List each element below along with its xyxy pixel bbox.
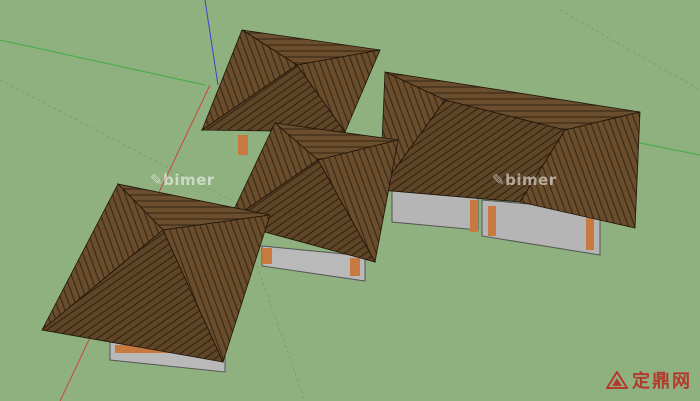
- timber-post: [350, 258, 360, 276]
- brand-logo-icon: [606, 371, 628, 389]
- timber-post: [470, 200, 478, 232]
- sketchup-viewport[interactable]: ✎bimer ✎bimer 定鼎网: [0, 0, 700, 401]
- model-scene[interactable]: [0, 0, 700, 401]
- timber-post: [262, 248, 272, 264]
- bimer-logo-icon: ✎: [150, 171, 164, 189]
- brand-text: 定鼎网: [632, 371, 692, 392]
- watermark-left: ✎bimer: [150, 171, 215, 189]
- timber-post: [238, 135, 248, 155]
- watermark-text: bimer: [163, 171, 215, 189]
- watermark-text: bimer: [505, 171, 557, 189]
- timber-post: [586, 218, 594, 250]
- brand-watermark: 定鼎网: [606, 367, 692, 393]
- bimer-logo-icon: ✎: [492, 171, 506, 189]
- watermark-right: ✎bimer: [492, 171, 557, 189]
- timber-post: [488, 206, 496, 236]
